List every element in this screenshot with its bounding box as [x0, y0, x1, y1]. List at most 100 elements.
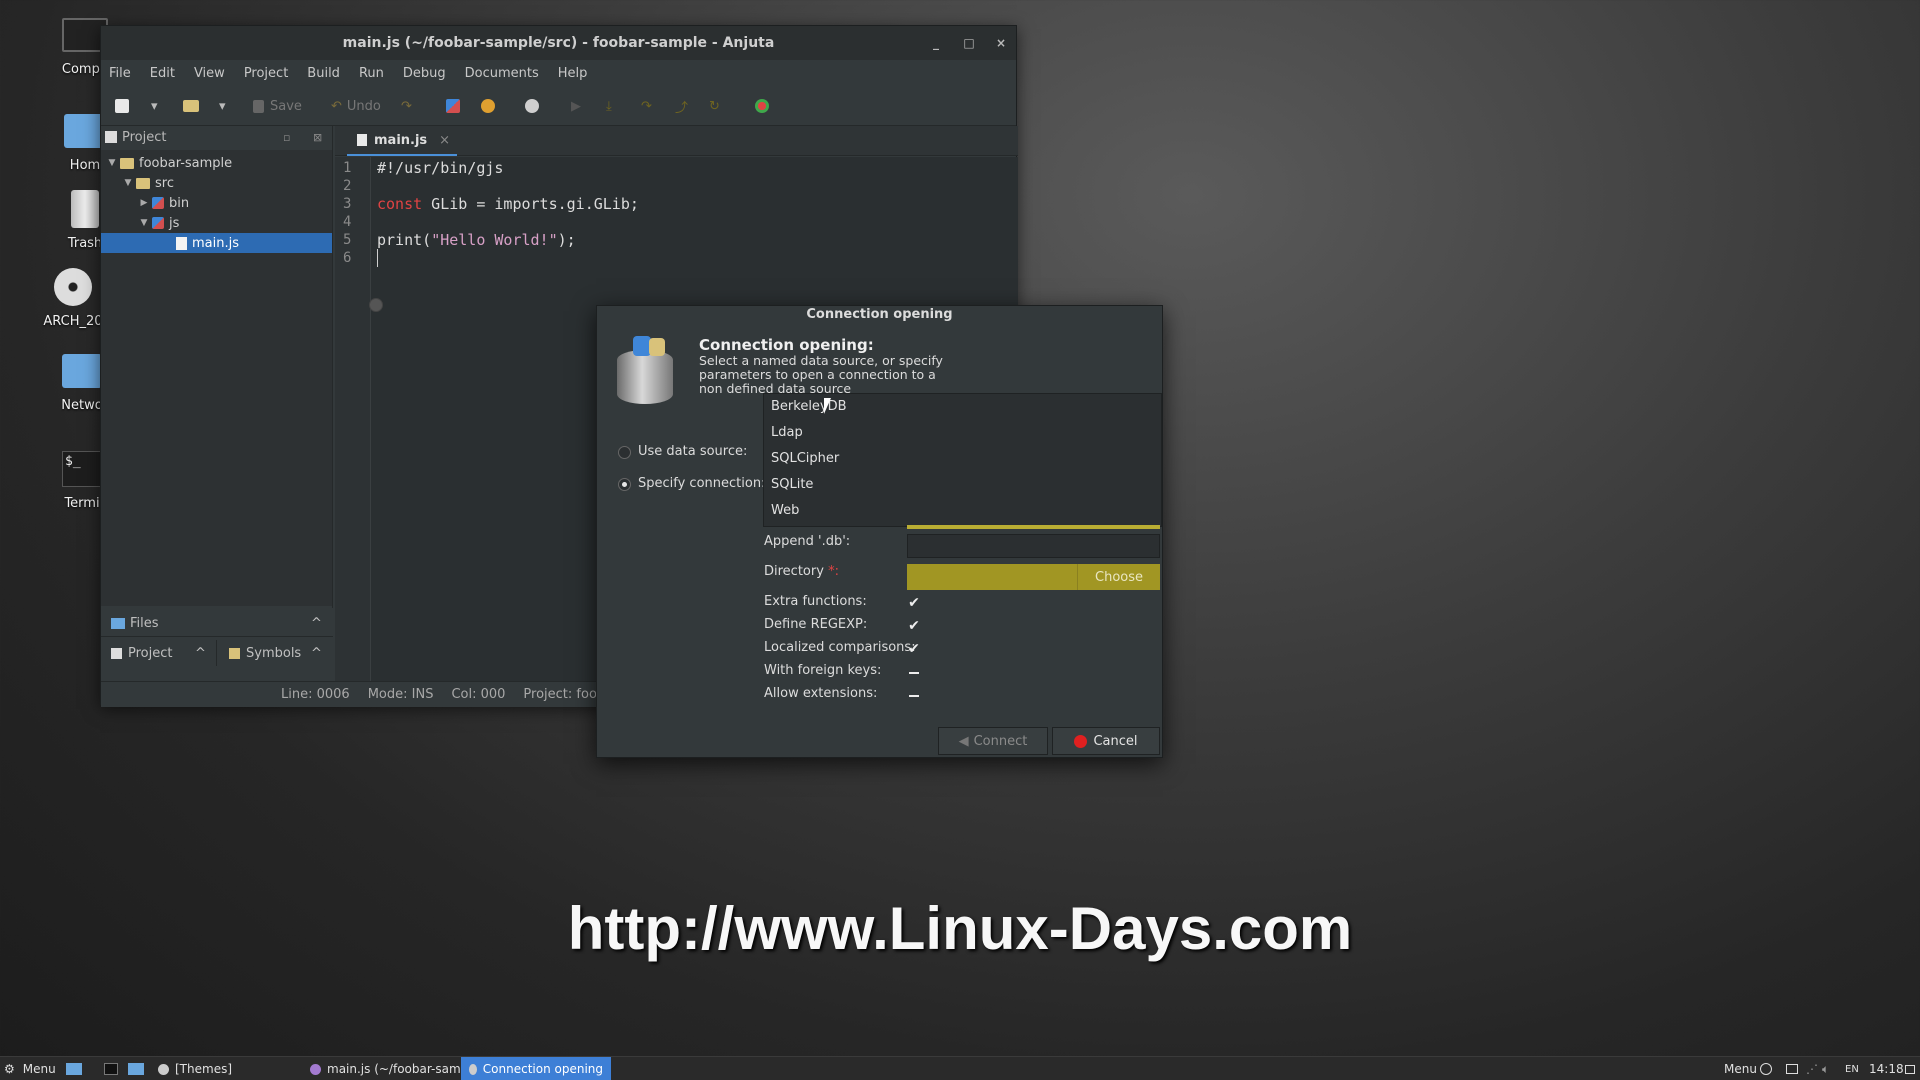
allow-extensions-checkbox[interactable]	[909, 695, 919, 697]
code-keyword: const	[377, 195, 423, 213]
anjuta-icon	[310, 1063, 321, 1075]
menu-documents[interactable]: Documents	[465, 66, 539, 81]
show-desktop-icon[interactable]	[1905, 1057, 1915, 1080]
specify-connection-radio[interactable]	[618, 478, 631, 491]
maximize-button[interactable]: □	[960, 34, 978, 52]
window-title: main.js (~/foobar-sample/src) - foobar-s…	[342, 35, 775, 51]
tab-main-js[interactable]: main.js ×	[347, 126, 457, 156]
symbols-tab-label: Symbols	[246, 645, 302, 661]
chevron-up-icon[interactable]: ^	[311, 616, 322, 631]
tree-row-label: main.js	[192, 235, 239, 251]
provider-option[interactable]: SQLCipher	[771, 451, 839, 466]
undo-button[interactable]: ↶ Undo	[331, 96, 381, 116]
jump-button[interactable]	[481, 96, 495, 116]
choose-directory-button[interactable]: Choose	[1077, 564, 1160, 590]
expander-open-icon[interactable]: ▼	[123, 178, 133, 188]
menu-help[interactable]: Help	[558, 66, 588, 81]
marker-icon	[369, 298, 383, 312]
foreign-keys-checkbox[interactable]	[909, 672, 919, 674]
open-button[interactable]	[183, 96, 199, 116]
tree-row[interactable]: ▶ bin	[101, 193, 332, 213]
menu-debug[interactable]: Debug	[403, 66, 446, 81]
provider-option[interactable]: BerkeleyDB	[771, 399, 847, 414]
clock[interactable]: 14:18	[1869, 1057, 1904, 1080]
terminal-icon	[104, 1063, 118, 1075]
run-to-cursor-button[interactable]: ↻	[709, 96, 720, 116]
provider-option[interactable]: Ldap	[771, 425, 803, 440]
terminal-glyph: $_	[62, 451, 102, 487]
find-button[interactable]	[446, 96, 460, 116]
provider-option[interactable]: SQLite	[771, 477, 813, 492]
menu-run[interactable]: Run	[359, 66, 384, 81]
step-over-button[interactable]: ↷	[641, 96, 652, 116]
folder-icon	[66, 1063, 82, 1075]
cancel-icon	[1074, 734, 1088, 748]
start-menu-button[interactable]: ⚙ Menu	[4, 1057, 56, 1080]
step-out-button[interactable]: ⤴	[675, 96, 688, 116]
gear-icon: ⚙	[4, 1062, 15, 1076]
anjuta-task[interactable]: main.js (~/foobar-samp...	[310, 1057, 480, 1080]
new-file-button[interactable]	[115, 96, 129, 116]
symbols-tab[interactable]: Symbols ^	[217, 640, 333, 666]
dock-icon[interactable]: ▫	[283, 131, 290, 144]
tree-row[interactable]: ▼ src	[101, 173, 332, 193]
volume-icon[interactable]: 🔈︎	[1822, 1057, 1829, 1080]
connect-label: Connect	[973, 733, 1028, 749]
provider-option[interactable]: Web	[771, 503, 799, 518]
debug-button[interactable]	[755, 96, 769, 116]
step-into-button[interactable]: ⤓	[606, 96, 612, 116]
directory-input[interactable]	[907, 564, 1077, 590]
run-button[interactable]: ▶	[571, 96, 581, 116]
cancel-button[interactable]: Cancel	[1052, 727, 1160, 755]
language-indicator[interactable]: EN	[1845, 1057, 1859, 1080]
user-icon[interactable]	[1760, 1057, 1772, 1080]
provider-dropdown-list[interactable]: BerkeleyDB Ldap SQLCipher SQLite Web	[763, 393, 1162, 527]
expander-open-icon[interactable]: ▼	[107, 158, 117, 168]
expander-closed-icon[interactable]: ▶	[139, 198, 149, 208]
build-settings-button[interactable]	[525, 96, 539, 116]
window-titlebar[interactable]: main.js (~/foobar-sample/src) - foobar-s…	[101, 26, 1016, 60]
define-regexp-checkbox[interactable]: ✔	[907, 619, 921, 633]
close-tab-icon[interactable]: ×	[439, 133, 450, 148]
save-button[interactable]: Save	[253, 96, 302, 116]
close-panel-icon[interactable]: ⊠	[313, 131, 322, 144]
menu-file[interactable]: File	[109, 66, 131, 81]
expander-open-icon[interactable]: ▼	[139, 218, 149, 228]
folder-launcher[interactable]	[128, 1057, 144, 1080]
dialog-heading: Connection opening:	[699, 336, 874, 354]
tree-row[interactable]: ▼ js	[101, 213, 332, 233]
keyboard-icon[interactable]	[1786, 1057, 1798, 1080]
menu-project[interactable]: Project	[244, 66, 288, 81]
extra-functions-checkbox[interactable]: ✔	[907, 596, 921, 610]
tree-row-selected[interactable]: main.js	[101, 233, 332, 253]
dialog-task[interactable]: Connection opening	[461, 1057, 611, 1080]
files-panel-title: Files	[130, 616, 159, 631]
folder-icon	[120, 157, 134, 169]
files-panel-header[interactable]: Files ^	[101, 611, 333, 637]
code-line: print("Hello World!");	[377, 231, 576, 249]
themes-task[interactable]: [Themes]	[158, 1057, 232, 1080]
close-button[interactable]: ×	[992, 34, 1010, 52]
extra-functions-label: Extra functions:	[764, 594, 867, 609]
open-dropdown-button[interactable]: ▾	[219, 96, 226, 116]
chevron-up-icon[interactable]: ^	[311, 646, 322, 661]
use-data-source-radio[interactable]	[618, 446, 631, 459]
connect-button[interactable]: ◀ Connect	[938, 727, 1048, 755]
chevron-up-icon[interactable]: ^	[195, 646, 206, 661]
minimize-button[interactable]: _	[927, 34, 945, 52]
append-db-input[interactable]	[907, 534, 1160, 558]
tray-menu-button[interactable]: Menu	[1724, 1057, 1757, 1080]
themes-task-label: [Themes]	[175, 1062, 233, 1076]
tree-row[interactable]: ▼ foobar-sample	[101, 153, 332, 173]
project-tab[interactable]: Project ^	[101, 640, 217, 666]
menu-view[interactable]: View	[194, 66, 225, 81]
package-icon	[152, 197, 164, 209]
menu-edit[interactable]: Edit	[150, 66, 175, 81]
menu-build[interactable]: Build	[307, 66, 340, 81]
terminal-launcher[interactable]	[104, 1057, 118, 1080]
localized-comparisons-checkbox[interactable]: ✔	[907, 642, 921, 656]
file-manager-launcher[interactable]	[66, 1057, 82, 1080]
redo-button[interactable]: ↷	[401, 96, 412, 116]
new-dropdown-button[interactable]: ▾	[151, 96, 158, 116]
network-icon[interactable]: ⋰	[1806, 1057, 1818, 1080]
